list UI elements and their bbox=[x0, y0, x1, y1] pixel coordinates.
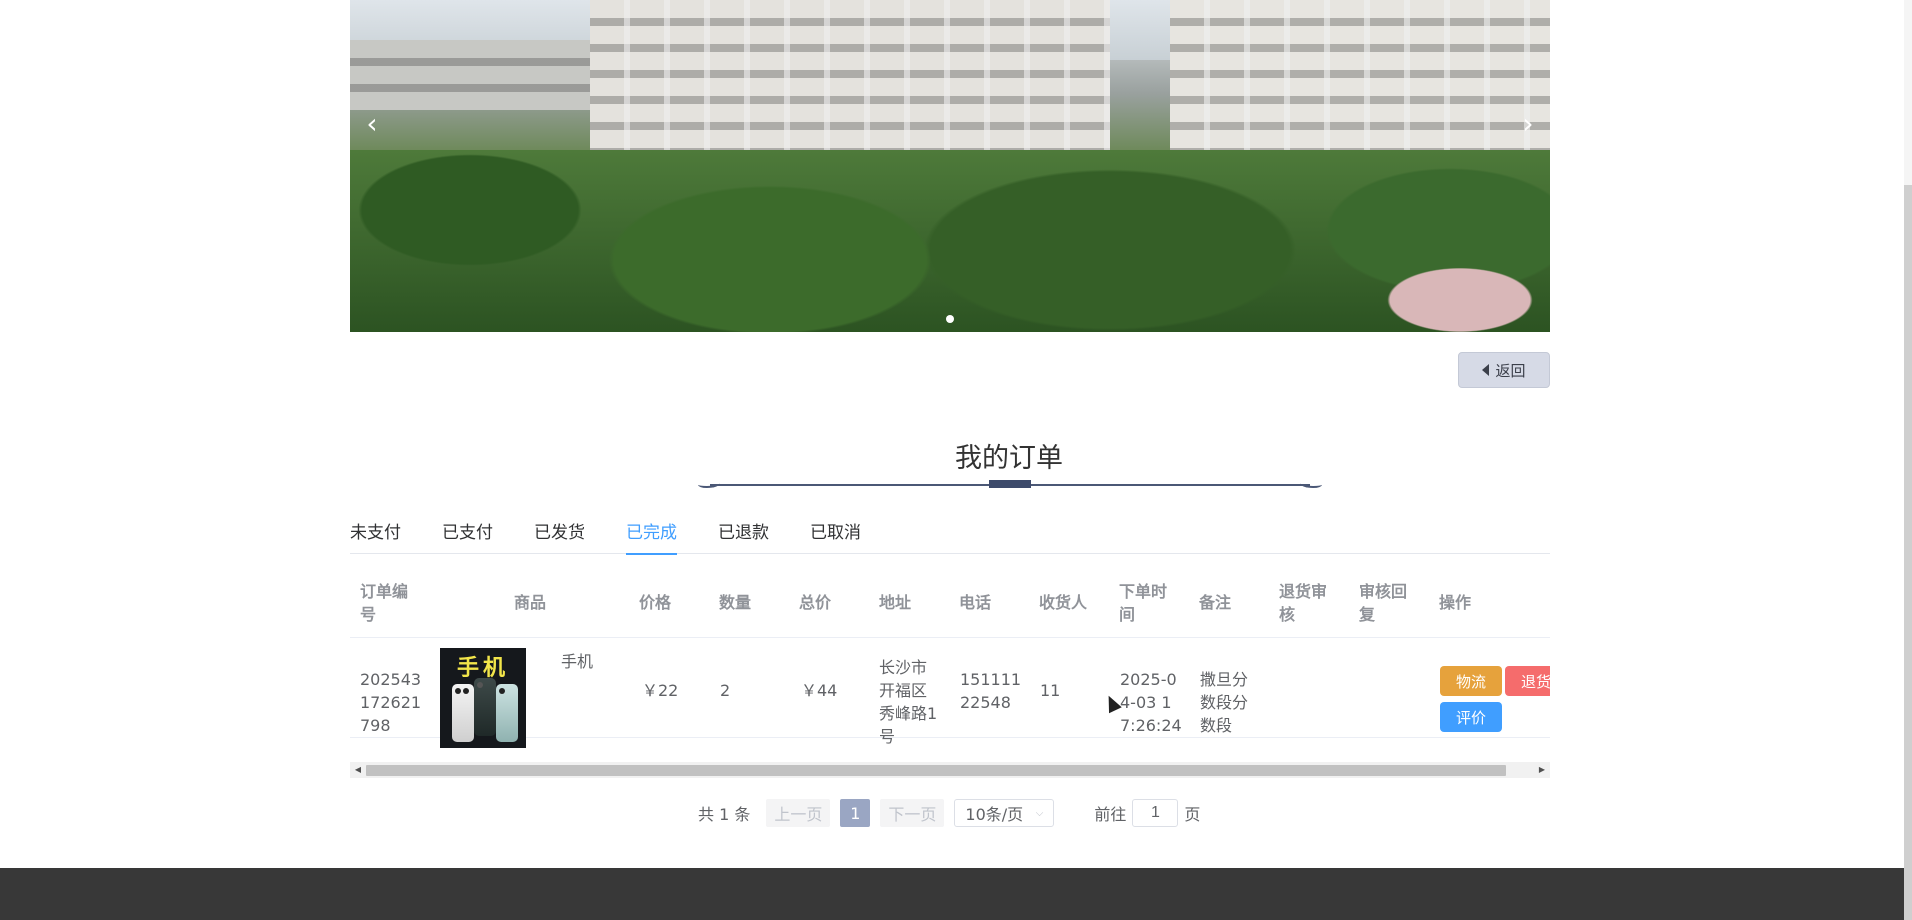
table-header: 订单编 号 商品 价格 数量 总价 地址 电话 收货人 下单时 间 备注 退货审… bbox=[350, 566, 1550, 638]
cell-line: 秀峰路1 bbox=[879, 704, 938, 723]
header-goods: 商品 bbox=[514, 593, 547, 612]
goto-prefix: 前往 bbox=[1094, 805, 1127, 824]
header-return-review: 退货审 核 bbox=[1279, 580, 1327, 626]
tab-refunded[interactable]: 已退款 bbox=[718, 520, 769, 554]
page-title: 我的订单 bbox=[955, 443, 1063, 474]
header-text: 复 bbox=[1359, 605, 1376, 624]
tab-paid[interactable]: 已支付 bbox=[442, 520, 493, 554]
page: ‹ › 返回 我的订单 未支付 已支付 已发货 已完成 已退款 已取消 订单编 … bbox=[0, 0, 1912, 920]
address-value: 长沙市 开福区 秀峰路1 号 bbox=[879, 656, 937, 748]
goto-page-input[interactable] bbox=[1132, 799, 1179, 827]
header-actions: 操作 bbox=[1439, 593, 1472, 612]
goods-name: 手机 bbox=[561, 652, 594, 671]
total-value: ￥44 bbox=[801, 681, 838, 700]
remark-value: 撒旦分 数段分 数段 bbox=[1200, 668, 1248, 737]
cell-line: 号 bbox=[879, 727, 896, 746]
order-number: 202543 172621 798 bbox=[360, 668, 421, 737]
image-carousel[interactable]: ‹ › bbox=[350, 0, 1550, 332]
window-vertical-scrollbar[interactable] bbox=[1904, 0, 1912, 920]
page-size-value: 10条/页 bbox=[965, 805, 1024, 824]
title-underline-accent bbox=[989, 480, 1031, 488]
review-button[interactable]: 评价 bbox=[1440, 702, 1502, 732]
scroll-right-icon[interactable]: ▶ bbox=[1537, 765, 1547, 775]
header-text: 间 bbox=[1119, 605, 1136, 624]
cell-line: 数段分 bbox=[1200, 693, 1249, 712]
scroll-left-icon[interactable]: ◀ bbox=[353, 765, 363, 775]
orders-table: 订单编 号 商品 价格 数量 总价 地址 电话 收货人 下单时 间 备注 退货审… bbox=[350, 566, 1550, 758]
header-text: 退货审 bbox=[1279, 582, 1328, 601]
carousel-image-building bbox=[350, 40, 600, 110]
tab-unpaid[interactable]: 未支付 bbox=[350, 520, 401, 554]
chevron-left-icon[interactable]: ‹ bbox=[360, 110, 384, 138]
cell-line: 7:26:24 bbox=[1120, 716, 1182, 735]
page-footer bbox=[0, 868, 1904, 920]
goods-image[interactable]: 手机 bbox=[440, 648, 526, 748]
order-time-value: 2025-0 4-03 1 7:26:24 bbox=[1120, 668, 1182, 737]
back-button-label: 返回 bbox=[1495, 361, 1526, 380]
cell-line: 数段 bbox=[1200, 716, 1233, 735]
phone-value: 151111 22548 bbox=[960, 668, 1021, 714]
header-total: 总价 bbox=[799, 593, 832, 612]
cell-line: 撒旦分 bbox=[1200, 670, 1249, 689]
phone-image-part bbox=[496, 684, 518, 742]
header-text: 订单编 bbox=[360, 582, 409, 601]
header-text: 下单时 bbox=[1119, 582, 1168, 601]
cell-line: 2025-0 bbox=[1120, 670, 1177, 689]
header-address: 地址 bbox=[879, 593, 912, 612]
pagination-total: 共 1 条 bbox=[698, 805, 751, 824]
receiver-value: 11 bbox=[1040, 681, 1061, 700]
tab-cancelled[interactable]: 已取消 bbox=[810, 520, 861, 554]
carousel-indicator-dot[interactable] bbox=[946, 315, 954, 323]
cell-line: 798 bbox=[360, 716, 391, 735]
cell-line: 4-03 1 bbox=[1120, 693, 1172, 712]
cell-line: 172621 bbox=[360, 693, 422, 712]
phone-image-part bbox=[452, 684, 474, 742]
page-number-current[interactable]: 1 bbox=[840, 799, 871, 827]
price-value: ￥22 bbox=[642, 681, 679, 700]
prev-page-button[interactable]: 上一页 bbox=[766, 799, 831, 827]
goto-page: 前往 页 bbox=[1094, 799, 1200, 827]
header-text: 核 bbox=[1279, 605, 1296, 624]
phone-image-part bbox=[474, 678, 496, 736]
tab-shipped[interactable]: 已发货 bbox=[534, 520, 585, 554]
cell-line: 开福区 bbox=[879, 681, 928, 700]
header-review-reply: 审核回 复 bbox=[1359, 580, 1407, 626]
header-remark: 备注 bbox=[1199, 593, 1232, 612]
header-price: 价格 bbox=[639, 593, 672, 612]
carousel-image-ground bbox=[1370, 260, 1550, 332]
scrollbar-thumb[interactable] bbox=[366, 765, 1506, 776]
cell-line: 22548 bbox=[960, 693, 1011, 712]
header-receiver: 收货人 bbox=[1039, 593, 1088, 612]
header-quantity: 数量 bbox=[719, 593, 752, 612]
chevron-right-icon[interactable]: › bbox=[1516, 110, 1540, 138]
header-order-time: 下单时 间 bbox=[1119, 580, 1167, 626]
header-phone: 电话 bbox=[959, 593, 992, 612]
scrollbar-thumb[interactable] bbox=[1904, 185, 1912, 920]
table-horizontal-scrollbar[interactable]: ◀ ▶ bbox=[350, 762, 1550, 778]
caret-left-icon bbox=[1482, 364, 1490, 376]
logistics-button[interactable]: 物流 bbox=[1440, 666, 1502, 696]
chevron-down-icon: ⌵ bbox=[1035, 807, 1044, 819]
cell-line: 长沙市 bbox=[879, 658, 928, 677]
table-row: 202543 172621 798 手机 手机 ￥22 2 ￥44 长沙市 开福… bbox=[350, 638, 1550, 748]
next-page-button[interactable]: 下一页 bbox=[880, 799, 945, 827]
cell-line: 151111 bbox=[960, 670, 1022, 689]
back-button[interactable]: 返回 bbox=[1458, 352, 1550, 388]
header-text: 审核回 bbox=[1359, 582, 1408, 601]
pagination: 共 1 条 上一页 1 下一页 10条/页 ⌵ 前往 页 bbox=[698, 798, 1200, 828]
header-text: 号 bbox=[360, 605, 377, 624]
goto-suffix: 页 bbox=[1184, 805, 1201, 824]
cell-line: 202543 bbox=[360, 670, 422, 689]
page-size-select[interactable]: 10条/页 ⌵ bbox=[954, 799, 1055, 827]
quantity-value: 2 bbox=[720, 681, 731, 700]
title-decoration-right bbox=[1300, 480, 1322, 488]
header-order-no: 订单编 号 bbox=[360, 580, 408, 626]
return-button[interactable]: 退货 bbox=[1505, 666, 1550, 696]
tab-completed[interactable]: 已完成 bbox=[626, 520, 677, 555]
order-status-tabs: 未支付 已支付 已发货 已完成 已退款 已取消 bbox=[350, 520, 1550, 555]
